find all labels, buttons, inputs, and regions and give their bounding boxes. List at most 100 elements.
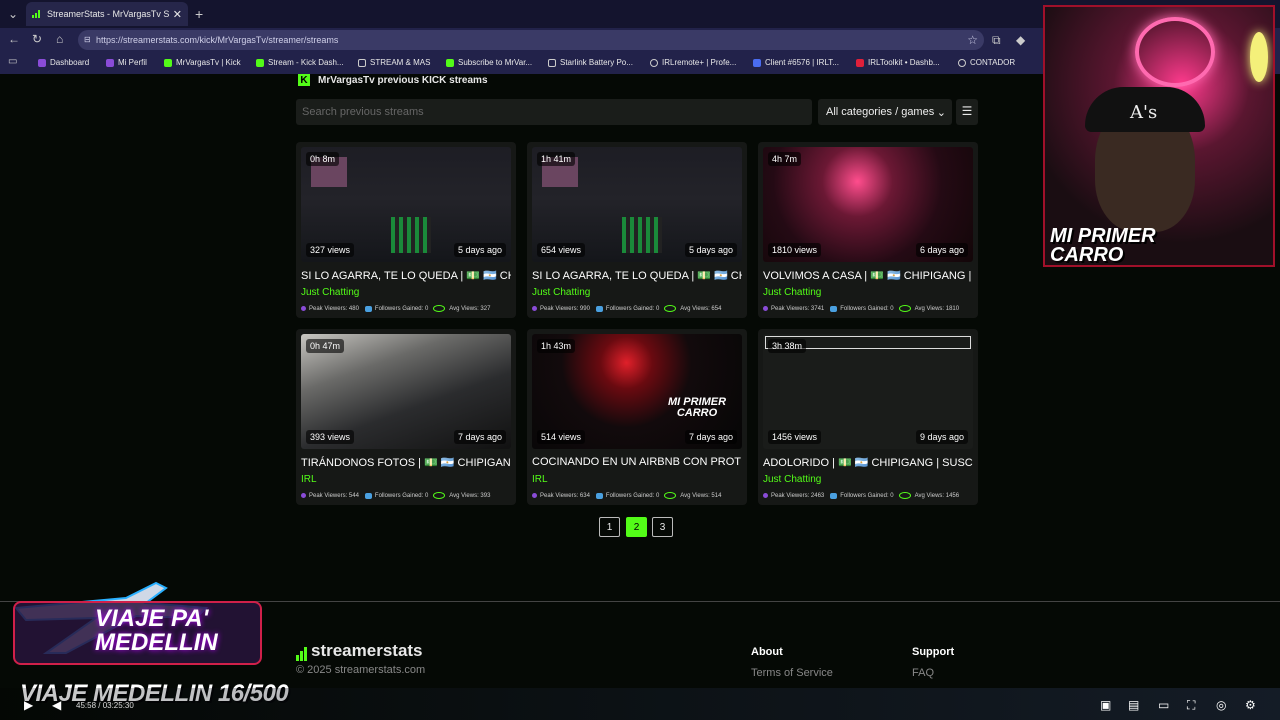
stream-title[interactable]: VOLVIMOS A CASA | 💵 🇦🇷 CHIPIGANG | S [763, 269, 973, 282]
volume-icon[interactable]: ◀ [52, 698, 61, 712]
bookmark-item[interactable]: Client #6576 | IRLT... [753, 58, 839, 67]
footer-support-heading: Support [912, 646, 955, 658]
footer-terms-link[interactable]: Terms of Service [751, 667, 833, 679]
bookmark-item[interactable]: IRLToolkit • Dashb... [856, 58, 940, 67]
speed-icon[interactable]: ◎ [1216, 698, 1226, 712]
stream-category[interactable]: Just Chatting [532, 287, 590, 298]
streamerstats-favicon-icon [32, 10, 42, 18]
eye-icon [433, 492, 446, 499]
bookmark-item[interactable]: STREAM & MAS [358, 58, 430, 67]
stream-category[interactable]: IRL [532, 474, 548, 485]
fullscreen-icon[interactable]: ⛶ [1187, 698, 1195, 713]
settings-gear-icon[interactable]: ⚙ [1245, 698, 1256, 712]
stream-stats: Peak Viewers: 544 Followers Gained: 0 Av… [301, 492, 513, 499]
page-button-2[interactable]: 2 [626, 517, 647, 537]
stream-thumbnail[interactable]: 4h 7m 1810 views 6 days ago [763, 147, 973, 262]
category-select[interactable]: All categories / games ⌄ [818, 99, 952, 125]
stream-thumbnail[interactable]: 0h 8m 327 views 5 days ago [301, 147, 511, 262]
stream-card[interactable]: 0h 47m 393 views 7 days ago TIRÁNDONOS F… [296, 329, 516, 505]
stream-title[interactable]: SI LO AGARRA, TE LO QUEDA | 💵 🇦🇷 CHIF [532, 269, 742, 282]
duration-badge: 0h 47m [306, 339, 345, 353]
stream-category[interactable]: Just Chatting [763, 287, 821, 298]
play-icon[interactable]: ▶ [24, 698, 33, 712]
page-button-3[interactable]: 3 [652, 517, 673, 537]
neon-sign-icon [1135, 17, 1215, 87]
stream-thumbnail[interactable]: 1h 41m 654 views 5 days ago [532, 147, 742, 262]
page-button-1[interactable]: 1 [599, 517, 620, 537]
eye-icon [898, 492, 911, 499]
footer-logo[interactable]: streamerstats [296, 641, 423, 661]
bookmark-label: Client #6576 | IRLT... [765, 58, 839, 67]
avg-views: Avg Views: 514 [680, 492, 722, 499]
back-icon[interactable]: ← [8, 32, 20, 46]
stream-thumbnail[interactable]: MI PRIMER CARRO 1h 43m 514 views 7 days … [532, 334, 742, 449]
duration-badge: 3h 38m [768, 339, 807, 353]
bookmark-label: Mi Perfil [118, 58, 147, 67]
stream-card[interactable]: 0h 8m 327 views 5 days ago SI LO AGARRA,… [296, 142, 516, 318]
footer-about-heading: About [751, 646, 783, 658]
bookmark-item[interactable]: Subscribe to MrVar... [446, 58, 532, 67]
kick-logo-icon: K [298, 74, 310, 86]
stream-card[interactable]: 4h 7m 1810 views 6 days ago VOLVIMOS A C… [758, 142, 978, 318]
bookmark-label: IRLremote+ | Profe... [662, 58, 737, 67]
theater-mode-icon[interactable]: ▭ [1158, 698, 1169, 712]
followers-icon [364, 492, 372, 499]
stream-stats: Peak Viewers: 2463 Followers Gained: 0 A… [763, 492, 975, 499]
list-view-menu-icon[interactable]: ☰ [956, 99, 978, 125]
reload-icon[interactable]: ↻ [32, 32, 42, 46]
stream-stats: Peak Viewers: 3741 Followers Gained: 0 A… [763, 305, 975, 312]
bookmark-star-icon[interactable]: ☆ [967, 33, 978, 47]
extension-diamond-icon[interactable]: ◆ [1016, 33, 1025, 47]
bookmark-item[interactable]: Starlink Battery Po... [548, 58, 633, 67]
peak-viewers-icon [763, 306, 768, 311]
bookmark-item[interactable]: Mi Perfil [106, 58, 147, 67]
url-field[interactable]: ⊟ https://streamerstats.com/kick/MrVarga… [78, 30, 984, 50]
peak-viewers-icon [763, 493, 768, 498]
chevron-down-icon: ⌄ [936, 107, 946, 119]
stream-thumbnail[interactable]: 3h 38m 1456 views 9 days ago [763, 334, 973, 449]
followers-gained: Followers Gained: 0 [840, 492, 894, 499]
date-badge: 6 days ago [915, 243, 968, 257]
bookmark-item[interactable]: MrVargasTv | Kick [164, 58, 241, 67]
url-text: https://streamerstats.com/kick/MrVargasT… [96, 35, 339, 45]
stream-card[interactable]: 3h 38m 1456 views 9 days ago ADOLORIDO |… [758, 329, 978, 505]
followers-gained: Followers Gained: 0 [840, 305, 894, 312]
search-input[interactable]: Search previous streams [296, 99, 812, 125]
bookmarks-menu-icon[interactable]: ▭ [8, 56, 17, 67]
browser-tab[interactable]: StreamerStats - MrVargasTv Stream ✕ [26, 2, 188, 26]
date-badge: 7 days ago [684, 430, 737, 444]
bookmark-label: Stream - Kick Dash... [268, 58, 344, 67]
peak-viewers: Peak Viewers: 480 [309, 305, 359, 312]
stream-category[interactable]: Just Chatting [763, 474, 821, 485]
duration-badge: 1h 43m [537, 339, 576, 353]
stream-title[interactable]: COCINANDO EN UN AIRBNB CON PROTIT [532, 456, 742, 468]
clip-icon[interactable]: ▤ [1128, 698, 1139, 712]
chat-icon[interactable]: ▣ [1100, 698, 1111, 712]
stream-title[interactable]: TIRÁNDONOS FOTOS | 💵 🇦🇷 CHIPIGANG [301, 456, 511, 469]
tab-close-icon[interactable]: ✕ [173, 8, 182, 21]
stream-card[interactable]: MI PRIMER CARRO 1h 43m 514 views 7 days … [527, 329, 747, 505]
bookmark-item[interactable]: IRLremote+ | Profe... [650, 58, 736, 67]
extensions-icon[interactable]: ⧉ [992, 33, 1001, 48]
stream-thumbnail[interactable]: 0h 47m 393 views 7 days ago [301, 334, 511, 449]
page-title: K MrVargasTv previous KICK streams [298, 74, 488, 86]
stream-card[interactable]: 1h 41m 654 views 5 days ago SI LO AGARRA… [527, 142, 747, 318]
bookmark-label: IRLToolkit • Dashb... [868, 58, 940, 67]
stream-category[interactable]: Just Chatting [301, 287, 359, 298]
stream-title[interactable]: ADOLORIDO | 💵 🇦🇷 CHIPIGANG | SUSCRÍ [763, 456, 973, 469]
footer-faq-link[interactable]: FAQ [912, 667, 934, 679]
bookmark-item[interactable]: Stream - Kick Dash... [256, 58, 344, 67]
new-tab-icon[interactable]: + [195, 6, 203, 22]
date-badge: 5 days ago [684, 243, 737, 257]
footer-brand: streamerstats [311, 641, 423, 660]
player-time: 45:58 / 03:25:30 [76, 701, 134, 710]
stream-category[interactable]: IRL [301, 474, 317, 485]
category-select-value: All categories / games [826, 106, 935, 118]
bookmark-item[interactable]: CONTADOR [958, 58, 1015, 67]
bookmark-favicon-icon [753, 58, 761, 67]
home-icon[interactable]: ⌂ [56, 32, 63, 46]
site-info-icon[interactable]: ⊟ [84, 35, 91, 44]
stream-title[interactable]: SI LO AGARRA, TE LO QUEDA | 💵 🇦🇷 CHIF [301, 269, 511, 282]
tab-list-chevron-icon[interactable]: ⌄ [8, 7, 18, 21]
bookmark-item[interactable]: Dashboard [38, 58, 89, 67]
